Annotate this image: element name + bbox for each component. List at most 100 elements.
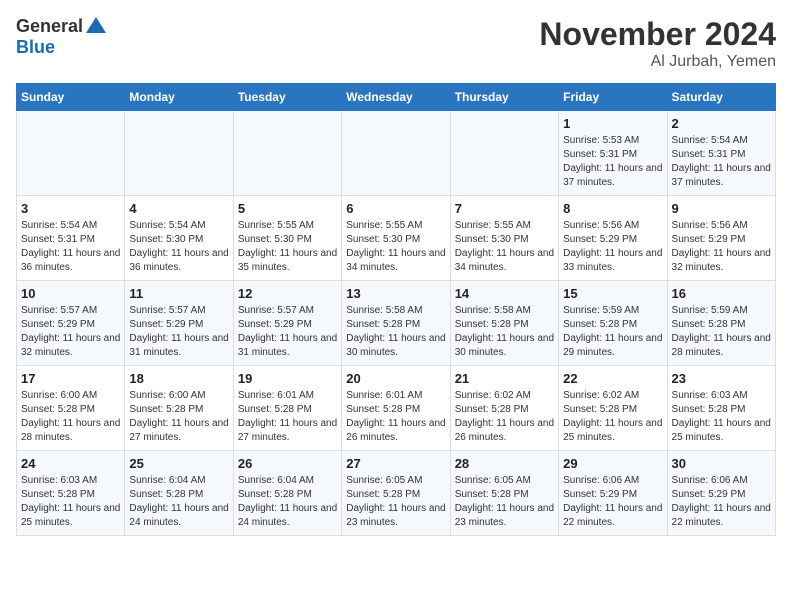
day-number: 6 xyxy=(346,201,445,216)
day-header-monday: Monday xyxy=(125,84,233,111)
week-row-4: 17 Sunrise: 6:00 AM Sunset: 5:28 PM Dayli… xyxy=(17,366,776,451)
calendar-cell: 27 Sunrise: 6:05 AM Sunset: 5:28 PM Dayli… xyxy=(342,451,450,536)
calendar-table: SundayMondayTuesdayWednesdayThursdayFrid… xyxy=(16,83,776,536)
day-info: Sunrise: 6:02 AM Sunset: 5:28 PM Dayligh… xyxy=(455,389,554,445)
location-label: Al Jurbah, Yemen xyxy=(539,53,776,71)
day-info: Sunrise: 6:06 AM Sunset: 5:29 PM Dayligh… xyxy=(672,474,771,530)
calendar-cell: 11 Sunrise: 5:57 AM Sunset: 5:29 PM Dayli… xyxy=(125,281,233,366)
day-info: Sunrise: 5:56 AM Sunset: 5:29 PM Dayligh… xyxy=(672,219,771,275)
day-info: Sunrise: 5:55 AM Sunset: 5:30 PM Dayligh… xyxy=(346,219,445,275)
day-info: Sunrise: 6:00 AM Sunset: 5:28 PM Dayligh… xyxy=(129,389,228,445)
calendar-cell: 14Sunrise: 5:58 AM Sunset: 5:28 PM Dayli… xyxy=(450,281,558,366)
day-number: 16 xyxy=(672,286,771,301)
day-number: 27 xyxy=(346,456,445,471)
calendar-cell: 12 Sunrise: 5:57 AM Sunset: 5:29 PM Dayli… xyxy=(233,281,341,366)
calendar-header: SundayMondayTuesdayWednesdayThursdayFrid… xyxy=(17,84,776,111)
day-info: Sunrise: 6:05 AM Sunset: 5:28 PM Dayligh… xyxy=(346,474,445,530)
header-row: SundayMondayTuesdayWednesdayThursdayFrid… xyxy=(17,84,776,111)
day-number: 18 xyxy=(129,371,228,386)
day-number: 11 xyxy=(129,286,228,301)
week-row-2: 3 Sunrise: 5:54 AM Sunset: 5:31 PM Daylig… xyxy=(17,196,776,281)
day-header-saturday: Saturday xyxy=(667,84,775,111)
day-info: Sunrise: 5:57 AM Sunset: 5:29 PM Dayligh… xyxy=(129,304,228,360)
calendar-cell: 17 Sunrise: 6:00 AM Sunset: 5:28 PM Dayli… xyxy=(17,366,125,451)
day-info: Sunrise: 6:04 AM Sunset: 5:28 PM Dayligh… xyxy=(129,474,228,530)
calendar-cell: 1 Sunrise: 5:53 AM Sunset: 5:31 PM Daylig… xyxy=(559,111,667,196)
calendar-cell: 26 Sunrise: 6:04 AM Sunset: 5:28 PM Dayli… xyxy=(233,451,341,536)
day-info: Sunrise: 5:55 AM Sunset: 5:30 PM Dayligh… xyxy=(455,219,554,275)
calendar-cell: 2 Sunrise: 5:54 AM Sunset: 5:31 PM Daylig… xyxy=(667,111,775,196)
day-info: Sunrise: 6:03 AM Sunset: 5:28 PM Dayligh… xyxy=(672,389,771,445)
day-header-thursday: Thursday xyxy=(450,84,558,111)
calendar-cell: 30Sunrise: 6:06 AM Sunset: 5:29 PM Dayli… xyxy=(667,451,775,536)
logo-triangle-icon xyxy=(86,17,106,33)
day-info: Sunrise: 5:57 AM Sunset: 5:29 PM Dayligh… xyxy=(21,304,120,360)
calendar-cell: 4 Sunrise: 5:54 AM Sunset: 5:30 PM Daylig… xyxy=(125,196,233,281)
day-number: 29 xyxy=(563,456,662,471)
day-info: Sunrise: 6:03 AM Sunset: 5:28 PM Dayligh… xyxy=(21,474,120,530)
logo-blue-text: Blue xyxy=(16,37,55,58)
day-info: Sunrise: 6:04 AM Sunset: 5:28 PM Dayligh… xyxy=(238,474,337,530)
calendar-cell: 5Sunrise: 5:55 AM Sunset: 5:30 PM Daylig… xyxy=(233,196,341,281)
day-info: Sunrise: 6:06 AM Sunset: 5:29 PM Dayligh… xyxy=(563,474,662,530)
day-number: 5 xyxy=(238,201,337,216)
day-number: 19 xyxy=(238,371,337,386)
calendar-cell: 3 Sunrise: 5:54 AM Sunset: 5:31 PM Daylig… xyxy=(17,196,125,281)
day-number: 3 xyxy=(21,201,120,216)
day-number: 23 xyxy=(672,371,771,386)
calendar-cell: 18 Sunrise: 6:00 AM Sunset: 5:28 PM Dayli… xyxy=(125,366,233,451)
day-info: Sunrise: 5:58 AM Sunset: 5:28 PM Dayligh… xyxy=(346,304,445,360)
calendar-cell: 21 Sunrise: 6:02 AM Sunset: 5:28 PM Dayli… xyxy=(450,366,558,451)
day-number: 22 xyxy=(563,371,662,386)
calendar-cell: 16Sunrise: 5:59 AM Sunset: 5:28 PM Dayli… xyxy=(667,281,775,366)
calendar-cell: 25 Sunrise: 6:04 AM Sunset: 5:28 PM Dayli… xyxy=(125,451,233,536)
day-info: Sunrise: 5:54 AM Sunset: 5:31 PM Dayligh… xyxy=(672,134,771,190)
day-number: 10 xyxy=(21,286,120,301)
calendar-cell: 29 Sunrise: 6:06 AM Sunset: 5:29 PM Dayli… xyxy=(559,451,667,536)
day-number: 24 xyxy=(21,456,120,471)
week-row-1: 1 Sunrise: 5:53 AM Sunset: 5:31 PM Daylig… xyxy=(17,111,776,196)
calendar-cell: 20Sunrise: 6:01 AM Sunset: 5:28 PM Dayli… xyxy=(342,366,450,451)
day-number: 8 xyxy=(563,201,662,216)
calendar-cell: 24 Sunrise: 6:03 AM Sunset: 5:28 PM Dayli… xyxy=(17,451,125,536)
calendar-cell: 6 Sunrise: 5:55 AM Sunset: 5:30 PM Daylig… xyxy=(342,196,450,281)
day-number: 17 xyxy=(21,371,120,386)
day-number: 21 xyxy=(455,371,554,386)
day-number: 25 xyxy=(129,456,228,471)
day-info: Sunrise: 5:57 AM Sunset: 5:29 PM Dayligh… xyxy=(238,304,337,360)
day-header-sunday: Sunday xyxy=(17,84,125,111)
day-info: Sunrise: 6:00 AM Sunset: 5:28 PM Dayligh… xyxy=(21,389,120,445)
day-number: 12 xyxy=(238,286,337,301)
month-title: November 2024 xyxy=(539,16,776,53)
day-header-tuesday: Tuesday xyxy=(233,84,341,111)
day-number: 1 xyxy=(563,116,662,131)
day-info: Sunrise: 5:54 AM Sunset: 5:30 PM Dayligh… xyxy=(129,219,228,275)
week-row-3: 10 Sunrise: 5:57 AM Sunset: 5:29 PM Dayli… xyxy=(17,281,776,366)
calendar-cell xyxy=(17,111,125,196)
calendar-cell: 15Sunrise: 5:59 AM Sunset: 5:28 PM Dayli… xyxy=(559,281,667,366)
calendar-cell xyxy=(125,111,233,196)
calendar-cell: 28 Sunrise: 6:05 AM Sunset: 5:28 PM Dayli… xyxy=(450,451,558,536)
day-number: 9 xyxy=(672,201,771,216)
day-number: 28 xyxy=(455,456,554,471)
day-number: 13 xyxy=(346,286,445,301)
calendar-cell xyxy=(233,111,341,196)
day-number: 2 xyxy=(672,116,771,131)
day-info: Sunrise: 6:02 AM Sunset: 5:28 PM Dayligh… xyxy=(563,389,662,445)
day-number: 15 xyxy=(563,286,662,301)
day-info: Sunrise: 5:56 AM Sunset: 5:29 PM Dayligh… xyxy=(563,219,662,275)
calendar-cell: 22 Sunrise: 6:02 AM Sunset: 5:28 PM Dayli… xyxy=(559,366,667,451)
calendar-body: 1 Sunrise: 5:53 AM Sunset: 5:31 PM Daylig… xyxy=(17,111,776,536)
calendar-cell: 19Sunrise: 6:01 AM Sunset: 5:28 PM Dayli… xyxy=(233,366,341,451)
day-info: Sunrise: 6:05 AM Sunset: 5:28 PM Dayligh… xyxy=(455,474,554,530)
day-info: Sunrise: 6:01 AM Sunset: 5:28 PM Dayligh… xyxy=(346,389,445,445)
day-info: Sunrise: 5:53 AM Sunset: 5:31 PM Dayligh… xyxy=(563,134,662,190)
day-header-friday: Friday xyxy=(559,84,667,111)
logo-general-text: General xyxy=(16,16,83,37)
day-info: Sunrise: 5:54 AM Sunset: 5:31 PM Dayligh… xyxy=(21,219,120,275)
title-block: November 2024 Al Jurbah, Yemen xyxy=(539,16,776,71)
day-number: 7 xyxy=(455,201,554,216)
day-number: 4 xyxy=(129,201,228,216)
day-info: Sunrise: 5:58 AM Sunset: 5:28 PM Dayligh… xyxy=(455,304,554,360)
day-number: 26 xyxy=(238,456,337,471)
